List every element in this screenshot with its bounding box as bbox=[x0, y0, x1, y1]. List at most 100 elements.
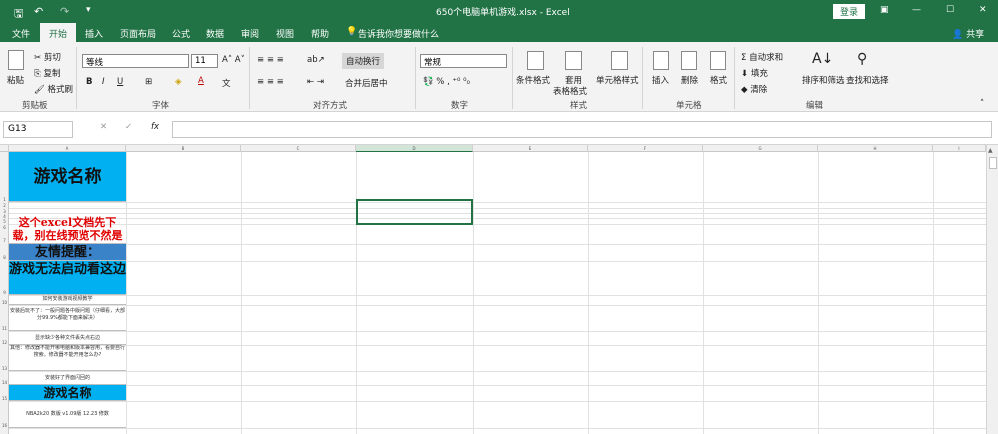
cell-a16[interactable]: NBA2k20 数版 v1.09版 12.23 修数 bbox=[9, 401, 126, 428]
scroll-up-icon[interactable]: ▲ bbox=[988, 147, 993, 154]
redo-icon[interactable]: ↷ bbox=[60, 5, 69, 18]
format-cells-button[interactable]: 格式 bbox=[710, 74, 727, 86]
share-button[interactable]: 👤 共享 bbox=[952, 27, 984, 40]
ribbon-display-icon[interactable]: ▣ bbox=[880, 5, 889, 15]
tell-me-search[interactable]: 告诉我你想要做什么 bbox=[358, 27, 439, 40]
table-format-button-line2[interactable]: 表格格式 bbox=[553, 85, 587, 97]
name-box[interactable]: G13 bbox=[3, 121, 73, 138]
row-header[interactable]: 2 bbox=[0, 203, 9, 208]
format-painter-button[interactable]: 🖌 格式刷 bbox=[34, 83, 73, 95]
cut-button[interactable]: ✂ 剪切 bbox=[34, 51, 61, 63]
cell-a1[interactable]: 游戏名称 bbox=[9, 152, 126, 202]
orientation-icon[interactable]: ab↗ bbox=[307, 55, 325, 65]
tab-file[interactable]: 文件 bbox=[12, 27, 30, 40]
row-header[interactable]: 6 bbox=[0, 225, 9, 230]
sort-filter-button[interactable]: 排序和筛选 bbox=[802, 74, 845, 86]
phonetic-icon[interactable]: 文 bbox=[222, 77, 231, 89]
worksheet-grid[interactable]: A B C D E F G H I 1 2 3 4 5 6 7 8 9 10 1… bbox=[0, 145, 986, 434]
cancel-icon[interactable]: ✕ bbox=[100, 122, 107, 132]
align-left-icon[interactable]: ≡ ≡ ≡ bbox=[257, 77, 284, 87]
insert-cells-icon[interactable] bbox=[653, 51, 669, 70]
minimize-icon[interactable]: — bbox=[912, 5, 921, 15]
delete-cells-button[interactable]: 删除 bbox=[681, 74, 698, 86]
row-header[interactable]: 8 bbox=[0, 255, 9, 260]
row-header[interactable]: 5 bbox=[0, 219, 9, 224]
row-header[interactable]: 16 bbox=[0, 423, 9, 428]
undo-icon[interactable]: ↶ bbox=[34, 5, 43, 18]
sort-filter-icon[interactable]: A↓ bbox=[812, 51, 833, 67]
tab-view[interactable]: 视图 bbox=[276, 27, 294, 40]
table-format-icon[interactable] bbox=[565, 51, 582, 70]
column-header[interactable]: B bbox=[126, 145, 241, 152]
row-header[interactable]: 15 bbox=[0, 396, 9, 401]
copy-button[interactable]: ⎘ 复制 bbox=[34, 67, 61, 79]
cell-style-button[interactable]: 单元格样式 bbox=[596, 74, 639, 86]
customize-qat-icon[interactable]: ▾ bbox=[86, 5, 91, 15]
conditional-format-icon[interactable] bbox=[527, 51, 544, 70]
currency-icon[interactable]: 💱 % , ⁺⁰ ⁰₀ bbox=[423, 77, 470, 87]
tab-home[interactable]: 开始 bbox=[40, 23, 76, 42]
number-format-select[interactable]: 常规 bbox=[420, 54, 507, 68]
merge-center-button[interactable]: 合并后居中 bbox=[345, 77, 388, 89]
column-header[interactable]: H bbox=[818, 145, 933, 152]
cell-a11[interactable]: 安装后玩不了：一般问题各中版问题（仔细看，大部分99.9%都能下面来解决） bbox=[9, 305, 126, 331]
tab-formulas[interactable]: 公式 bbox=[172, 27, 190, 40]
cell-a14[interactable]: 安装好了界面闪回的 bbox=[9, 371, 126, 385]
find-select-button[interactable]: 查找和选择 bbox=[846, 74, 889, 86]
tab-review[interactable]: 审阅 bbox=[241, 27, 259, 40]
cell-a12[interactable]: 显示缺少各种文件丢失点右边 bbox=[9, 331, 126, 345]
cell-style-icon[interactable] bbox=[611, 51, 628, 70]
font-name-select[interactable]: 等线 bbox=[82, 54, 189, 68]
italic-icon[interactable]: I bbox=[102, 77, 105, 87]
column-header[interactable]: E bbox=[473, 145, 588, 152]
paste-icon[interactable] bbox=[8, 50, 24, 70]
bold-icon[interactable]: B bbox=[86, 77, 92, 87]
column-header[interactable]: F bbox=[588, 145, 703, 152]
enter-icon[interactable]: ✓ bbox=[125, 122, 132, 132]
row-header[interactable]: 12 bbox=[0, 340, 9, 345]
column-header[interactable]: A bbox=[9, 145, 126, 152]
selected-cell[interactable] bbox=[356, 199, 473, 225]
cell-a10[interactable]: 如何安装游戏视频教学 bbox=[9, 295, 126, 305]
fill-button[interactable]: ⬇ 填充 bbox=[741, 67, 768, 79]
cell-a13[interactable]: 其他：修改器不能开哪电脑和版本兼容用，看要自行搜索。修改器不能开用怎么办? bbox=[9, 345, 126, 371]
cell-a8[interactable]: 友情提醒： bbox=[9, 244, 126, 261]
collapse-ribbon-icon[interactable]: ˄ bbox=[980, 99, 984, 109]
save-icon[interactable]: 🖫 bbox=[14, 5, 23, 24]
autosum-button[interactable]: Σ 自动求和 bbox=[741, 51, 783, 63]
insert-cells-button[interactable]: 插入 bbox=[652, 74, 669, 86]
cell-a7[interactable]: 这个excel文档先下载，别在线预览不然是 bbox=[9, 202, 126, 244]
formula-input[interactable] bbox=[172, 121, 992, 138]
tab-insert[interactable]: 插入 bbox=[85, 27, 103, 40]
wrap-text-button[interactable]: 自动换行 bbox=[342, 53, 385, 69]
find-select-icon[interactable]: ⚲ bbox=[857, 51, 867, 67]
column-header[interactable]: C bbox=[241, 145, 356, 152]
login-button[interactable]: 登录 bbox=[833, 4, 866, 19]
column-header[interactable]: D bbox=[356, 145, 473, 152]
cell-a9[interactable]: 游戏无法启动看这边 bbox=[9, 261, 126, 295]
insert-function-icon[interactable]: fx bbox=[151, 122, 159, 132]
align-top-icon[interactable]: ≡ ≡ ≡ bbox=[257, 55, 284, 65]
row-header[interactable]: 11 bbox=[0, 326, 9, 331]
row-header[interactable]: 7 bbox=[0, 238, 9, 243]
clear-button[interactable]: ◆ 清除 bbox=[741, 83, 767, 95]
scrollbar-thumb[interactable] bbox=[989, 157, 997, 169]
tab-data[interactable]: 数据 bbox=[206, 27, 224, 40]
conditional-format-button[interactable]: 条件格式 bbox=[516, 74, 550, 86]
column-header[interactable]: G bbox=[703, 145, 818, 152]
font-size-select[interactable]: 11 bbox=[191, 54, 218, 68]
row-header[interactable]: 13 bbox=[0, 366, 9, 371]
tab-help[interactable]: 帮助 bbox=[311, 27, 329, 40]
row-header[interactable]: 14 bbox=[0, 380, 9, 385]
fill-color-icon[interactable]: ◈ bbox=[175, 77, 182, 87]
delete-cells-icon[interactable] bbox=[681, 51, 697, 70]
format-cells-icon[interactable] bbox=[710, 51, 726, 70]
font-color-icon[interactable]: A bbox=[198, 76, 204, 86]
underline-icon[interactable]: U bbox=[117, 77, 123, 87]
row-header[interactable]: 9 bbox=[0, 290, 9, 295]
row-header[interactable]: 1 bbox=[0, 197, 9, 202]
maximize-icon[interactable]: ☐ bbox=[946, 5, 954, 15]
indent-icon[interactable]: ⇤ ⇥ bbox=[307, 77, 324, 87]
row-header[interactable]: 10 bbox=[0, 300, 9, 305]
close-icon[interactable]: ✕ bbox=[979, 5, 987, 15]
